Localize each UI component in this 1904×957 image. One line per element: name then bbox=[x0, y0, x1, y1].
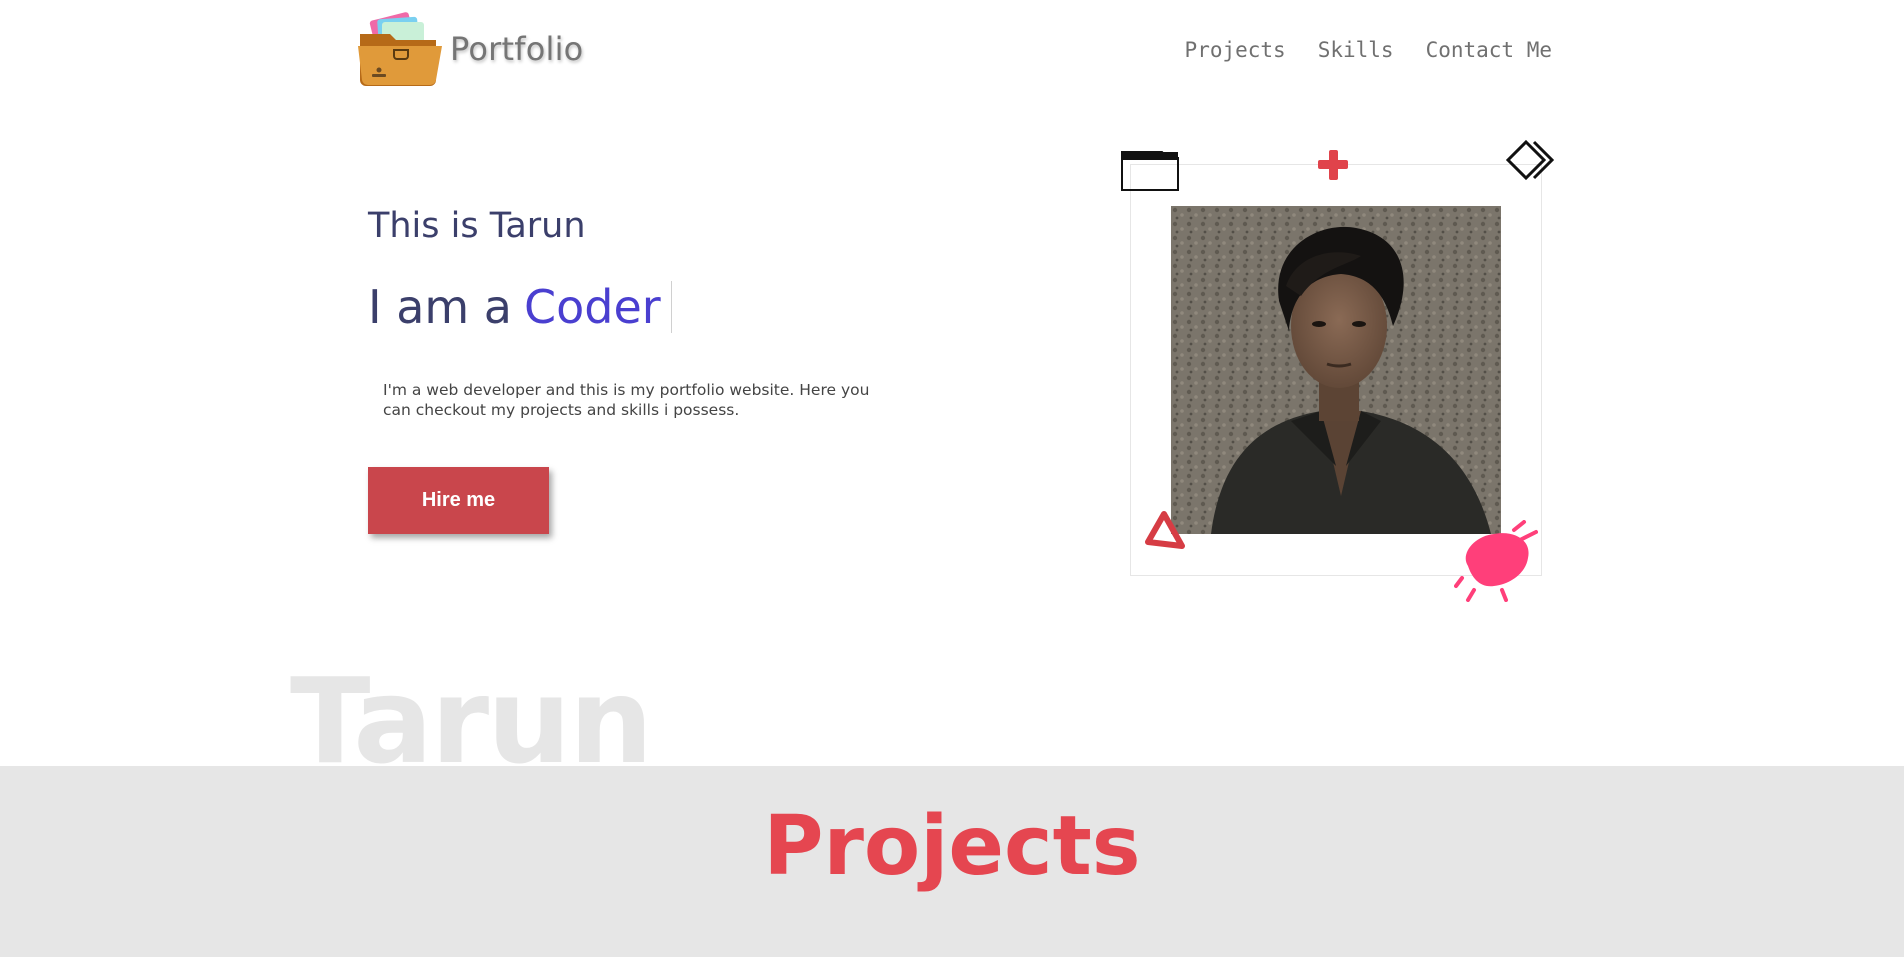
projects-section: Projects bbox=[0, 766, 1904, 957]
role-prefix: I am a bbox=[368, 280, 512, 334]
portrait-image bbox=[1171, 206, 1501, 534]
nav-link-projects[interactable]: Projects bbox=[1185, 38, 1286, 62]
folder-outline-icon bbox=[1121, 151, 1179, 191]
hire-me-button[interactable]: Hire me bbox=[368, 467, 549, 534]
hero-greeting: This is Tarun bbox=[368, 206, 586, 246]
logo-text: Portfolio bbox=[450, 30, 584, 68]
plus-icon bbox=[1318, 150, 1348, 180]
logo[interactable]: Portfolio bbox=[354, 12, 583, 86]
nav-link-skills[interactable]: Skills bbox=[1318, 38, 1394, 62]
paint-splash-icon bbox=[1454, 520, 1538, 602]
diamond-icon bbox=[1506, 139, 1554, 181]
typing-caret bbox=[670, 281, 672, 333]
page: Portfolio Projects Skills Contact Me Thi… bbox=[0, 0, 1904, 957]
profile-photo bbox=[1171, 206, 1501, 534]
role-word: Coder bbox=[524, 280, 661, 334]
nav-link-contact[interactable]: Contact Me bbox=[1426, 38, 1552, 62]
folder-logo-icon bbox=[358, 12, 442, 86]
nav-links: Projects Skills Contact Me bbox=[1185, 38, 1552, 62]
projects-title: Projects bbox=[763, 799, 1141, 894]
triangle-icon bbox=[1145, 511, 1185, 549]
name-watermark: Tarun bbox=[290, 652, 653, 790]
navbar: Portfolio Projects Skills Contact Me bbox=[0, 0, 1904, 110]
hero-intro: I'm a web developer and this is my portf… bbox=[383, 381, 870, 419]
hero-role: I am a Coder bbox=[368, 280, 672, 334]
